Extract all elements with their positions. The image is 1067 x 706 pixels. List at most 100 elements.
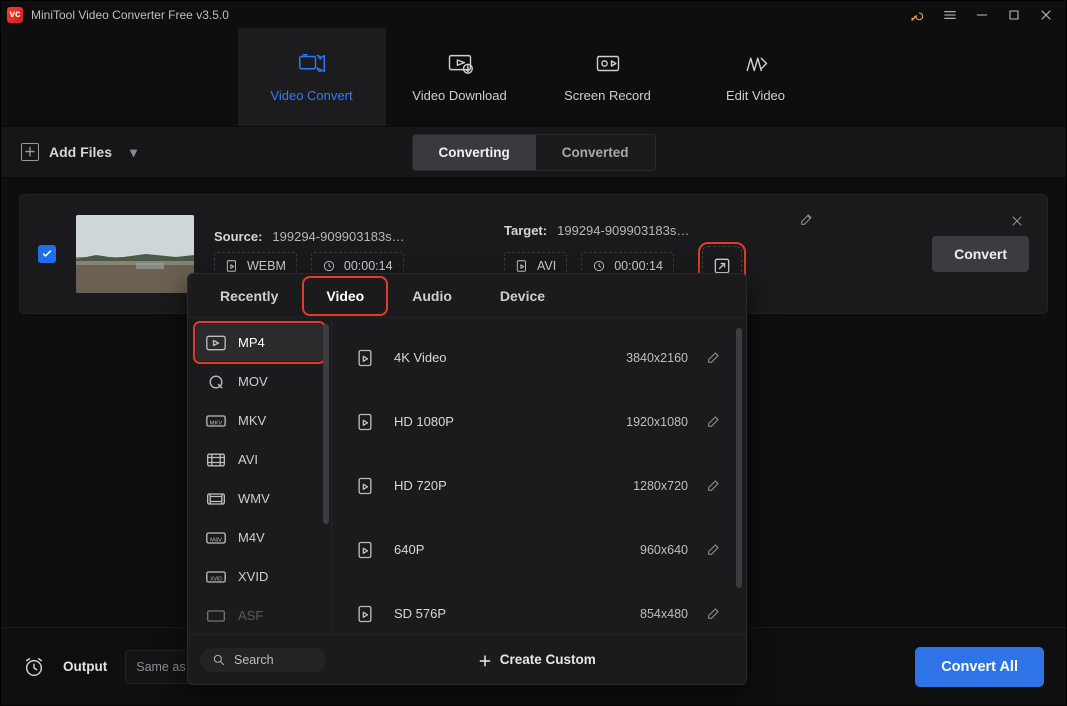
preset-name: SD 576P (394, 606, 560, 621)
format-item-wmv[interactable]: WMV (196, 480, 323, 517)
format-item-mkv[interactable]: MKV MKV (196, 402, 323, 439)
file-video-icon (354, 411, 376, 433)
record-icon (594, 52, 622, 76)
convert-all-button[interactable]: Convert All (915, 647, 1044, 687)
format-list-pane: MP4 MOV MKV MKV AVI (188, 318, 332, 634)
hamburger-menu-icon[interactable] (942, 7, 958, 23)
seg-converting[interactable]: Converting (412, 135, 535, 170)
preset-resolution: 3840x2160 (578, 351, 688, 365)
app-window: vc MiniTool Video Converter Free v3.5.0 (0, 0, 1067, 706)
schedule-icon[interactable] (23, 656, 45, 678)
target-duration: 00:00:14 (614, 259, 663, 273)
svg-text:XVID: XVID (210, 576, 222, 582)
preset-item[interactable]: 640P 960x640 (332, 518, 746, 582)
file-video-icon (515, 259, 529, 273)
format-code: ASF (238, 608, 263, 623)
preset-name: HD 1080P (394, 414, 560, 429)
preset-edit-icon[interactable] (706, 413, 724, 431)
file-video-icon (354, 475, 376, 497)
create-custom-label: Create Custom (500, 652, 596, 667)
film-icon (206, 608, 226, 624)
video-thumbnail[interactable] (76, 215, 194, 293)
preset-item[interactable]: HD 1080P 1920x1080 (332, 390, 746, 454)
format-code: M4V (238, 530, 265, 545)
download-icon (446, 52, 474, 76)
file-video-icon (225, 259, 239, 273)
source-filename: 199294-909903183s… (272, 229, 404, 244)
preset-name: 640P (394, 542, 560, 557)
preset-name: 4K Video (394, 350, 560, 365)
preset-name: HD 720P (394, 478, 560, 493)
preset-list: 4K Video 3840x2160 HD 1080P 1920x1080 HD… (332, 318, 746, 634)
convert-button[interactable]: Convert (932, 236, 1029, 272)
create-custom-button[interactable]: ＋ Create Custom (340, 650, 734, 670)
file-video-icon (354, 539, 376, 561)
chevron-down-icon[interactable]: ▾ (130, 144, 137, 161)
preset-resolution: 854x480 (578, 607, 688, 621)
maximize-icon[interactable] (1006, 7, 1022, 23)
output-label: Output (63, 659, 107, 674)
format-item-xvid[interactable]: XVID XVID (196, 558, 323, 595)
format-item-mp4[interactable]: MP4 (196, 324, 323, 361)
format-item-asf[interactable]: ASF (196, 597, 323, 634)
film-icon (206, 452, 226, 468)
preset-item[interactable]: HD 720P 1280x720 (332, 454, 746, 518)
format-item-avi[interactable]: AVI (196, 441, 323, 478)
preset-list-scrollbar[interactable] (736, 328, 742, 588)
preset-edit-icon[interactable] (706, 477, 724, 495)
seg-converted[interactable]: Converted (536, 135, 655, 170)
nav-edit-video[interactable]: Edit Video (682, 28, 830, 126)
target-label: Target: (504, 223, 547, 238)
xvid-badge-icon: XVID (206, 569, 226, 585)
preset-edit-icon[interactable] (706, 605, 724, 623)
nav-label: Video Convert (270, 88, 352, 103)
preset-item[interactable]: SD 576P 854x480 (332, 582, 746, 634)
format-code: XVID (238, 569, 268, 584)
convert-segmented: Converting Converted (411, 134, 655, 171)
search-icon (212, 653, 226, 667)
format-item-mov[interactable]: MOV (196, 363, 323, 400)
tab-video[interactable]: Video (306, 280, 384, 312)
target-format: AVI (537, 259, 556, 273)
preset-edit-icon[interactable] (706, 349, 724, 367)
preset-item[interactable]: 4K Video 3840x2160 (332, 326, 746, 390)
target-filename: 199294-909903183s… (557, 223, 689, 238)
svg-text:M4V: M4V (210, 537, 222, 543)
quicktime-icon (206, 374, 226, 390)
key-icon[interactable] (910, 7, 926, 23)
dropdown-footer: Search ＋ Create Custom (188, 634, 746, 684)
nav-label: Video Download (412, 88, 506, 103)
format-code: MP4 (238, 335, 265, 350)
tab-recently[interactable]: Recently (200, 280, 298, 312)
source-duration: 00:00:14 (344, 259, 393, 273)
remove-file-icon[interactable] (1009, 213, 1025, 229)
plus-icon: ＋ (478, 650, 492, 670)
format-search[interactable]: Search (200, 648, 326, 672)
format-list-scrollbar[interactable] (323, 324, 329, 524)
preset-resolution: 1280x720 (578, 479, 688, 493)
format-code: AVI (238, 452, 258, 467)
preset-edit-icon[interactable] (706, 541, 724, 559)
minimize-icon[interactable] (974, 7, 990, 23)
edit-video-icon (742, 52, 770, 76)
edit-target-icon[interactable] (799, 211, 815, 227)
source-format: WEBM (247, 259, 286, 273)
search-placeholder: Search (234, 653, 274, 667)
close-window-icon[interactable] (1038, 7, 1054, 23)
clock-icon (322, 259, 336, 273)
format-dropdown: Recently Video Audio Device MP4 MOV MK (187, 273, 747, 685)
plus-icon: ＋ (21, 143, 39, 161)
tab-device[interactable]: Device (480, 280, 565, 312)
preset-resolution: 960x640 (578, 543, 688, 557)
nav-video-convert[interactable]: Video Convert (238, 28, 386, 126)
convert-icon (298, 52, 326, 76)
file-video-icon (354, 603, 376, 625)
format-item-m4v[interactable]: M4V M4V (196, 519, 323, 556)
tab-audio[interactable]: Audio (392, 280, 472, 312)
nav-video-download[interactable]: Video Download (386, 28, 534, 126)
add-files-button[interactable]: ＋ Add Files ▾ (21, 143, 137, 161)
file-video-icon (354, 347, 376, 369)
file-checkbox[interactable] (38, 245, 56, 263)
clock-icon (592, 259, 606, 273)
nav-screen-record[interactable]: Screen Record (534, 28, 682, 126)
